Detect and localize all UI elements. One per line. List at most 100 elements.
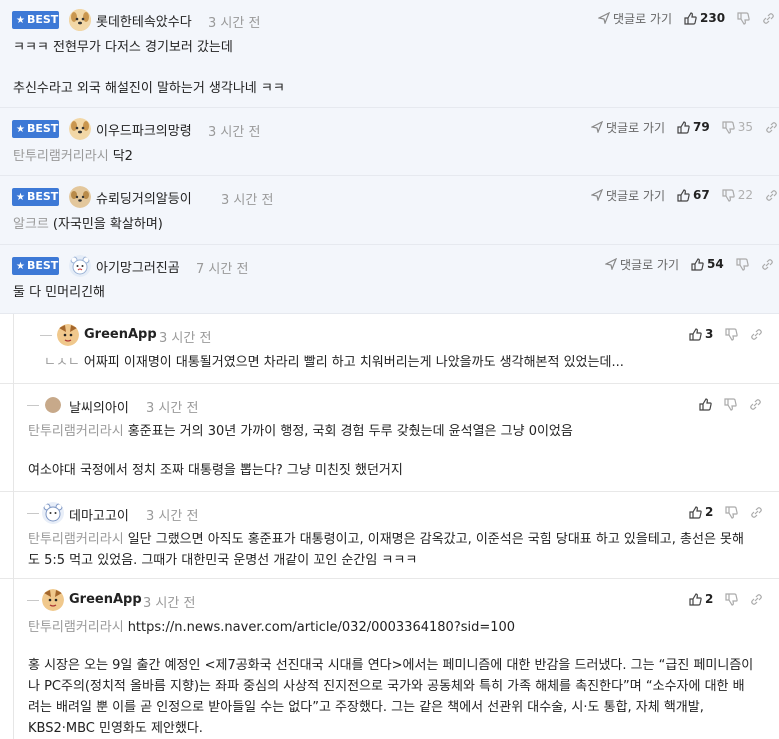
reply-link[interactable]: 댓글로 가기 — [598, 10, 672, 27]
avatar[interactable] — [42, 502, 64, 524]
share-link-button[interactable] — [765, 189, 778, 202]
thread-connector — [27, 600, 39, 601]
article-link[interactable]: https://n.news.naver.com/article/032/000… — [128, 620, 515, 635]
reply-arrow-icon — [598, 12, 610, 24]
timestamp: 3 시간 전 — [146, 509, 199, 524]
comment-text: 여소야대 국정에서 정치 조짜 대통령을 뽑는다? 그냥 미친짓 했던거지 — [28, 463, 403, 478]
comment-text: 탄투리램커리라시 닥2 — [13, 149, 133, 164]
timestamp: 3 시간 전 — [143, 596, 196, 611]
reply-comment: 데마고고이 3 시간 전 2 탄투리램커리라시 일단 그랬으면 아직도 홍준표가 … — [0, 492, 779, 579]
reply-target[interactable]: ㄴㅅㄴ — [44, 355, 80, 370]
best-badge: ★ BEST — [12, 257, 59, 275]
thumbs-up-icon — [691, 257, 704, 271]
thumbs-up-icon — [677, 120, 690, 134]
reply-arrow-icon — [605, 258, 617, 270]
reply-comment: GreenApp 3 시간 전 3 ㄴㅅㄴ 어짜피 이재명이 대통될거였으면 차라… — [0, 314, 779, 384]
avatar[interactable] — [45, 397, 61, 413]
comment-actions: 댓글로 가기 79 35 — [591, 118, 778, 136]
thread-line — [13, 314, 14, 384]
avatar[interactable] — [42, 589, 64, 611]
avatar[interactable] — [57, 324, 79, 346]
link-icon — [763, 12, 774, 24]
reply-target[interactable]: 탄투리램커리라시 — [13, 149, 109, 164]
upvote-button[interactable] — [699, 397, 712, 411]
comment-text: 도 5:5 먹고 있었음. 그때가 대한민국 운명선 개같이 꼬인 순간임 ㅋㅋ… — [28, 553, 418, 568]
share-link-button[interactable] — [750, 328, 763, 341]
upvote-button[interactable]: 79 — [677, 120, 710, 134]
nickname[interactable]: 슈뢰딩거의알등이 — [96, 188, 192, 207]
nickname[interactable]: GreenApp — [84, 327, 157, 342]
share-link-button[interactable] — [749, 398, 762, 411]
upvote-button[interactable]: 2 — [689, 505, 713, 519]
downvote-button[interactable] — [737, 11, 750, 25]
comment-actions: 댓글로 가기 54 — [605, 255, 774, 273]
share-link-button[interactable] — [762, 12, 775, 25]
reply-target[interactable]: 탄투리램커리라시 — [28, 532, 124, 547]
thumbs-up-icon — [699, 397, 712, 411]
thread-line — [13, 384, 14, 492]
thumbs-up-icon — [689, 592, 702, 606]
downvote-button[interactable] — [725, 327, 739, 341]
thumbs-down-icon — [722, 120, 735, 134]
downvote-button[interactable]: 22 — [722, 188, 753, 202]
upvote-button[interactable]: 67 — [677, 188, 710, 202]
nickname[interactable]: GreenApp — [69, 592, 142, 607]
thumbs-down-icon — [725, 327, 739, 341]
thumbs-down-icon — [736, 257, 749, 271]
avatar[interactable] — [69, 118, 91, 140]
best-badge: ★ BEST — [12, 188, 59, 206]
timestamp: 3 시간 전 — [208, 16, 261, 31]
thumbs-down-icon — [725, 505, 739, 519]
timestamp: 3 시간 전 — [146, 401, 199, 416]
best-badge: ★ BEST — [12, 11, 59, 29]
avatar[interactable] — [69, 186, 91, 208]
downvote-button[interactable] — [736, 257, 749, 271]
timestamp: 3 시간 전 — [221, 193, 274, 208]
share-link-button[interactable] — [750, 593, 763, 606]
share-link-button[interactable] — [750, 506, 763, 519]
link-icon — [751, 506, 763, 518]
reply-link[interactable]: 댓글로 가기 — [591, 119, 665, 136]
nickname[interactable]: 롯데한테속았수다 — [96, 11, 192, 30]
comment-text: 둘 다 민머리긴해 — [13, 285, 105, 300]
share-link-button[interactable] — [761, 258, 774, 271]
best-comment: ★ BEST 슈뢰딩거의알등이 3 시간 전 댓글로 가기 67 22 알크르 (자… — [0, 176, 779, 245]
upvote-button[interactable]: 230 — [684, 11, 725, 25]
downvote-button[interactable] — [724, 397, 737, 411]
comment-actions: 2 — [689, 590, 763, 608]
timestamp: 3 시간 전 — [159, 331, 212, 346]
comment-text: 나 PC주의(정치적 올바름 지향)는 좌파 중심의 사상적 진지전으로 국가와… — [28, 679, 745, 694]
link-icon — [766, 121, 777, 133]
reply-target[interactable]: 탄투리램커리라시 — [28, 424, 124, 439]
best-comment: ★ BEST 이우드파크의망령 3 시간 전 댓글로 가기 79 35 탄투리램커… — [0, 108, 779, 176]
reply-link[interactable]: 댓글로 가기 — [605, 256, 679, 273]
timestamp: 3 시간 전 — [208, 125, 261, 140]
comment-text: 알크르 (자국민을 확살하며) — [13, 217, 163, 232]
best-badge: ★ BEST — [12, 120, 59, 138]
thread-line — [13, 579, 14, 739]
comment-text: 려는 배려일 뿐 이를 곧 인정으로 받아들일 수는 없다”고 주장했다. 그는… — [28, 700, 704, 715]
reply-comment: GreenApp 3 시간 전 2 탄투리램커리라시 https://n.news… — [0, 579, 779, 739]
thumbs-down-icon — [725, 592, 739, 606]
comment-actions: 댓글로 가기 230 — [598, 9, 775, 27]
link-icon — [750, 398, 761, 410]
avatar[interactable] — [69, 255, 91, 277]
comment-text: 추신수라고 외국 해설진이 말하는거 생각나네 ㅋㅋ — [13, 81, 285, 96]
downvote-button[interactable] — [725, 505, 739, 519]
upvote-button[interactable]: 54 — [691, 257, 724, 271]
share-link-button[interactable] — [765, 121, 778, 134]
upvote-button[interactable]: 2 — [689, 592, 713, 606]
nickname[interactable]: 날씨의아이 — [69, 397, 129, 416]
timestamp: 7 시간 전 — [196, 262, 249, 277]
reply-target[interactable]: 알크르 — [13, 217, 49, 232]
downvote-button[interactable] — [725, 592, 739, 606]
downvote-button[interactable]: 35 — [722, 120, 753, 134]
nickname[interactable]: 이우드파크의망령 — [96, 120, 192, 139]
avatar[interactable] — [69, 9, 91, 31]
reply-target[interactable]: 탄투리램커리라시 — [28, 620, 124, 635]
upvote-button[interactable]: 3 — [689, 327, 713, 341]
nickname[interactable]: 아기망그러진곰 — [96, 257, 180, 276]
reply-link[interactable]: 댓글로 가기 — [591, 187, 665, 204]
nickname[interactable]: 데마고고이 — [69, 505, 129, 524]
reply-comment: 날씨의아이 3 시간 전 탄투리램커리라시 홍준표는 거의 30년 가까이 행정,… — [0, 384, 779, 492]
